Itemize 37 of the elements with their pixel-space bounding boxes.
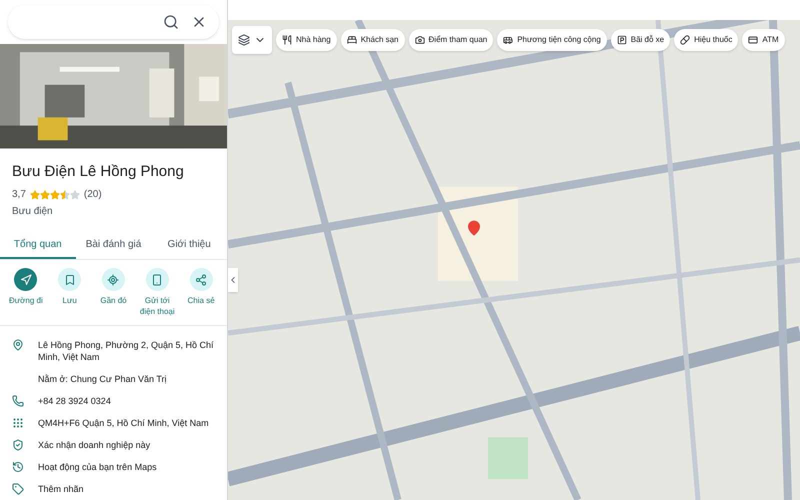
directions-button[interactable] [14, 268, 38, 291]
search-field[interactable] [8, 5, 219, 40]
action-label: Gần đó [100, 295, 127, 306]
review-count[interactable]: (20) [84, 187, 102, 202]
info-text: Xác nhận doanh nghiệp này [38, 439, 150, 451]
info-text: Thêm nhãn [38, 483, 84, 495]
label-icon [12, 483, 24, 495]
share-icon [195, 274, 208, 286]
nearby-button[interactable] [102, 268, 125, 291]
phone-icon [12, 395, 24, 407]
info-text: Lê Hồng Phong, Phường 2, Quận 5, Hồ Chí Minh, Việt Nam [38, 339, 215, 363]
action-label: Lưu [62, 295, 77, 306]
history-icon [12, 461, 24, 473]
verify-icon [12, 439, 24, 451]
pluscode-icon [12, 417, 24, 429]
address-icon [12, 339, 24, 351]
navigation-arrow-icon [20, 274, 32, 286]
place-title: Bưu Điện Lê Hồng Phong [12, 162, 185, 182]
target-icon [107, 274, 120, 286]
phone-icon [151, 274, 164, 286]
info-text: +84 28 3924 0324 [38, 395, 111, 407]
tab[interactable]: Tổng quan [0, 231, 76, 259]
action-label: Gửi tới điện thoại [138, 295, 176, 317]
share-button[interactable] [190, 268, 213, 291]
phone-button[interactable] [146, 268, 169, 291]
action-label: Đường đi [9, 295, 43, 306]
save-button[interactable] [58, 268, 82, 291]
info-text: Nằm ở: Chung Cư Phan Văn Trị [38, 373, 166, 385]
search-icon[interactable] [163, 14, 179, 30]
info-text: Hoạt động của bạn trên Maps [38, 461, 157, 473]
place-category: Bưu điện [12, 205, 54, 219]
action-label: Chia sẻ [188, 295, 215, 306]
tab[interactable]: Bài đánh giá [76, 231, 152, 259]
tab[interactable]: Giới thiệu [151, 231, 228, 259]
rating-value: 3,7 [12, 188, 26, 202]
info-text: QM4H+F6 Quận 5, Hồ Chí Minh, Việt Nam [38, 417, 209, 429]
bookmark-icon [64, 274, 76, 286]
